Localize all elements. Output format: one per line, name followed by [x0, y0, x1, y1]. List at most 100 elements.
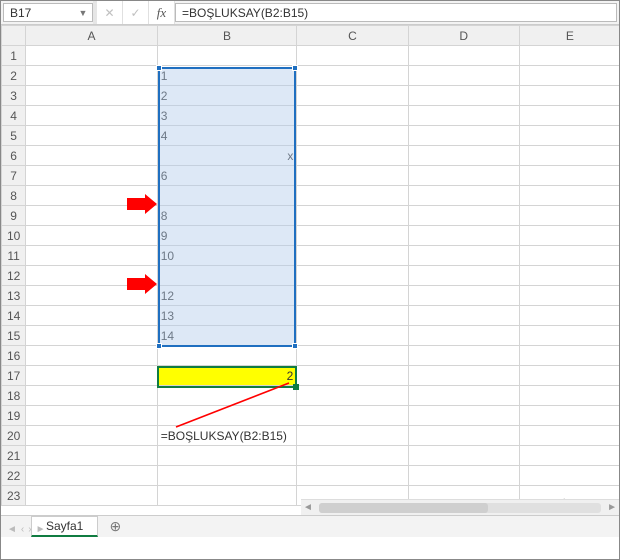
- cell[interactable]: [157, 386, 297, 406]
- cell[interactable]: [408, 166, 519, 186]
- cell[interactable]: [408, 86, 519, 106]
- cell[interactable]: [26, 486, 157, 506]
- cell[interactable]: [26, 186, 157, 206]
- cell[interactable]: [408, 446, 519, 466]
- cell[interactable]: [519, 226, 619, 246]
- cell[interactable]: 13: [157, 306, 297, 326]
- cell[interactable]: x: [157, 146, 297, 166]
- cell[interactable]: [157, 186, 297, 206]
- cell[interactable]: [408, 226, 519, 246]
- cell[interactable]: [519, 106, 619, 126]
- cell[interactable]: [408, 246, 519, 266]
- cell[interactable]: [26, 106, 157, 126]
- scroll-track[interactable]: [319, 503, 601, 513]
- cell[interactable]: [297, 446, 408, 466]
- cell[interactable]: [157, 406, 297, 426]
- cell[interactable]: [297, 46, 408, 66]
- row-header[interactable]: 13: [2, 286, 26, 306]
- cell[interactable]: [519, 46, 619, 66]
- cell[interactable]: [26, 366, 157, 386]
- row-header[interactable]: 16: [2, 346, 26, 366]
- column-header[interactable]: B: [157, 26, 297, 46]
- cell[interactable]: [408, 326, 519, 346]
- cell[interactable]: [519, 206, 619, 226]
- row-header[interactable]: 9: [2, 206, 26, 226]
- cell[interactable]: [519, 466, 619, 486]
- row-header[interactable]: 4: [2, 106, 26, 126]
- cell[interactable]: [26, 386, 157, 406]
- cell[interactable]: [26, 206, 157, 226]
- formula-input[interactable]: =BOŞLUKSAY(B2:B15): [175, 3, 617, 22]
- cell[interactable]: [408, 206, 519, 226]
- tab-nav[interactable]: ◄ ‹ › ►: [5, 524, 48, 535]
- cell[interactable]: 14: [157, 326, 297, 346]
- cell[interactable]: [297, 86, 408, 106]
- cell[interactable]: [408, 406, 519, 426]
- cell[interactable]: [408, 46, 519, 66]
- cell[interactable]: [26, 446, 157, 466]
- cell[interactable]: [26, 246, 157, 266]
- cell[interactable]: [408, 466, 519, 486]
- row-header[interactable]: 6: [2, 146, 26, 166]
- cell[interactable]: [26, 146, 157, 166]
- cell[interactable]: [26, 226, 157, 246]
- cell[interactable]: [157, 346, 297, 366]
- cell[interactable]: [519, 246, 619, 266]
- cell[interactable]: [297, 66, 408, 86]
- enter-icon[interactable]: ✓: [123, 1, 149, 24]
- cell[interactable]: [157, 46, 297, 66]
- spreadsheet-grid[interactable]: ABCDE1213243546x768981091110121312141315…: [1, 25, 619, 537]
- add-sheet-button[interactable]: ⊕: [104, 518, 126, 536]
- row-header[interactable]: 3: [2, 86, 26, 106]
- tab-next-icon[interactable]: ›: [26, 524, 33, 535]
- cell[interactable]: [408, 146, 519, 166]
- cell[interactable]: 4: [157, 126, 297, 146]
- row-header[interactable]: 17: [2, 366, 26, 386]
- row-header[interactable]: 22: [2, 466, 26, 486]
- cell[interactable]: [297, 266, 408, 286]
- cell[interactable]: [519, 86, 619, 106]
- cell[interactable]: [297, 286, 408, 306]
- row-header[interactable]: 14: [2, 306, 26, 326]
- row-header[interactable]: 8: [2, 186, 26, 206]
- row-header[interactable]: 23: [2, 486, 26, 506]
- cell[interactable]: [26, 426, 157, 446]
- cell[interactable]: [26, 306, 157, 326]
- cell[interactable]: [297, 406, 408, 426]
- cell[interactable]: 10: [157, 246, 297, 266]
- row-header[interactable]: 5: [2, 126, 26, 146]
- cell[interactable]: [519, 306, 619, 326]
- select-all-corner[interactable]: [2, 26, 26, 46]
- cell[interactable]: [157, 266, 297, 286]
- cell[interactable]: [408, 66, 519, 86]
- scroll-right-icon[interactable]: ►: [607, 502, 617, 513]
- row-header[interactable]: 11: [2, 246, 26, 266]
- cell[interactable]: [519, 126, 619, 146]
- cell[interactable]: [408, 426, 519, 446]
- row-header[interactable]: 15: [2, 326, 26, 346]
- cell[interactable]: =BOŞLUKSAY(B2:B15): [157, 426, 297, 446]
- row-header[interactable]: 1: [2, 46, 26, 66]
- cell[interactable]: [519, 266, 619, 286]
- cell[interactable]: [408, 346, 519, 366]
- cell[interactable]: [297, 366, 408, 386]
- cell[interactable]: [297, 146, 408, 166]
- cell[interactable]: [519, 146, 619, 166]
- cell[interactable]: [26, 466, 157, 486]
- cell[interactable]: [519, 446, 619, 466]
- cell[interactable]: [157, 486, 297, 506]
- cell[interactable]: [519, 186, 619, 206]
- cell[interactable]: [297, 326, 408, 346]
- column-header[interactable]: D: [408, 26, 519, 46]
- tab-prev-icon[interactable]: ‹: [19, 524, 26, 535]
- cell[interactable]: 9: [157, 226, 297, 246]
- tab-last-icon[interactable]: ►: [34, 524, 48, 535]
- row-header[interactable]: 19: [2, 406, 26, 426]
- cell[interactable]: [297, 166, 408, 186]
- cell[interactable]: [519, 346, 619, 366]
- row-header[interactable]: 21: [2, 446, 26, 466]
- cell[interactable]: [26, 86, 157, 106]
- cell[interactable]: [519, 326, 619, 346]
- cell[interactable]: [297, 386, 408, 406]
- cell[interactable]: [297, 426, 408, 446]
